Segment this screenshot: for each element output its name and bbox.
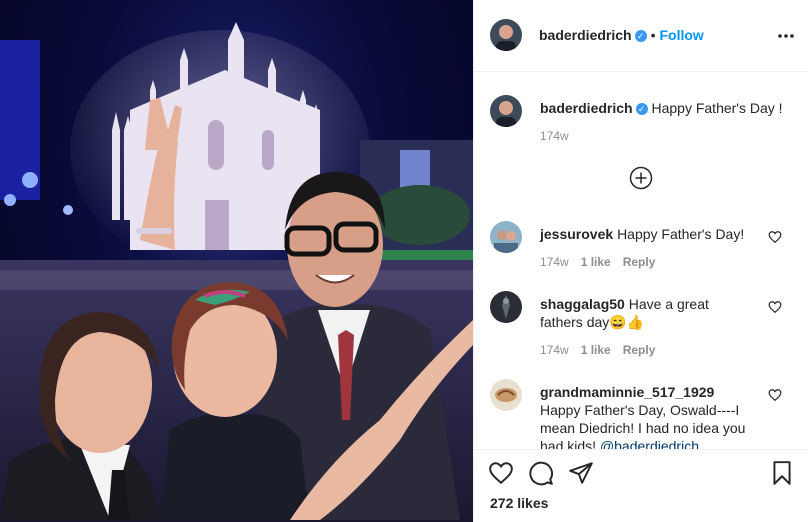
- caption-author[interactable]: baderdiedrich: [540, 100, 633, 116]
- comment-text: Happy Father's Day!: [617, 226, 745, 242]
- heart-icon[interactable]: [768, 230, 782, 244]
- comment-age[interactable]: 174w: [540, 343, 569, 357]
- reply-button[interactable]: Reply: [623, 255, 656, 269]
- comment-item: shaggalag50 Have a great fathers day😄👍 1…: [490, 291, 790, 361]
- caption-text-line: baderdiedrich ✓ Happy Father's Day !: [540, 99, 790, 117]
- bookmark-icon[interactable]: [769, 460, 795, 486]
- author-line: baderdiedrich ✓ • Follow: [539, 26, 704, 44]
- comment-item: grandmaminnie_517_1929 Happy Father's Da…: [490, 379, 790, 449]
- follow-button[interactable]: Follow: [660, 27, 704, 43]
- post-details-panel: baderdiedrich ✓ • Follow baderdiedrich ✓ Hap…: [473, 0, 808, 522]
- comment-age[interactable]: 174w: [540, 255, 569, 269]
- caption-age[interactable]: 174w: [540, 129, 569, 143]
- comment-likes[interactable]: 1 like: [581, 343, 611, 357]
- verified-badge-icon: ✓: [635, 103, 648, 116]
- comment-likes[interactable]: 1 like: [581, 255, 611, 269]
- like-count[interactable]: 272 likes: [490, 495, 548, 511]
- comment-meta: 174w 1 like Reply: [540, 255, 655, 269]
- comments-section[interactable]: baderdiedrich ✓ Happy Father's Day ! 174w…: [474, 73, 808, 449]
- caption-author-avatar[interactable]: [490, 95, 522, 127]
- comment-mention-link[interactable]: @baderdiedrich: [600, 438, 699, 449]
- reply-button[interactable]: Reply: [623, 343, 656, 357]
- post-caption: baderdiedrich ✓ Happy Father's Day ! 174w: [490, 95, 790, 155]
- heart-icon[interactable]: [768, 388, 782, 402]
- caption-text: Happy Father's Day !: [651, 100, 783, 116]
- comment-icon[interactable]: [528, 460, 554, 486]
- plus-circle-icon[interactable]: [629, 166, 653, 190]
- heart-icon[interactable]: [768, 300, 782, 314]
- commenter-avatar[interactable]: [490, 291, 522, 323]
- heart-icon[interactable]: [488, 460, 514, 486]
- author-username[interactable]: baderdiedrich: [539, 27, 632, 43]
- comment-text-line: jessurovek Happy Father's Day!: [540, 225, 756, 243]
- comment-username[interactable]: grandmaminnie_517_1929: [540, 384, 714, 400]
- comment-item: jessurovek Happy Father's Day! 174w 1 lik…: [490, 221, 790, 271]
- author-avatar[interactable]: [490, 19, 522, 51]
- comment-meta: 174w 1 like Reply: [540, 343, 655, 357]
- verified-badge-icon: ✓: [634, 30, 647, 43]
- comment-text-line: grandmaminnie_517_1929 Happy Father's Da…: [540, 383, 752, 449]
- commenter-avatar[interactable]: [490, 379, 522, 411]
- comment-username[interactable]: shaggalag50: [540, 296, 625, 312]
- photo-illustration: [0, 22, 473, 522]
- separator-dot: •: [650, 27, 656, 43]
- comment-username[interactable]: jessurovek: [540, 226, 613, 242]
- more-options-icon[interactable]: [776, 26, 796, 46]
- post-photo[interactable]: [0, 0, 473, 522]
- comment-text-line: shaggalag50 Have a great fathers day😄👍: [540, 295, 750, 331]
- post-header: baderdiedrich ✓ • Follow: [474, 0, 808, 72]
- commenter-avatar[interactable]: [490, 221, 522, 253]
- paper-plane-icon[interactable]: [568, 460, 594, 486]
- post-action-bar: 272 likes: [474, 449, 808, 522]
